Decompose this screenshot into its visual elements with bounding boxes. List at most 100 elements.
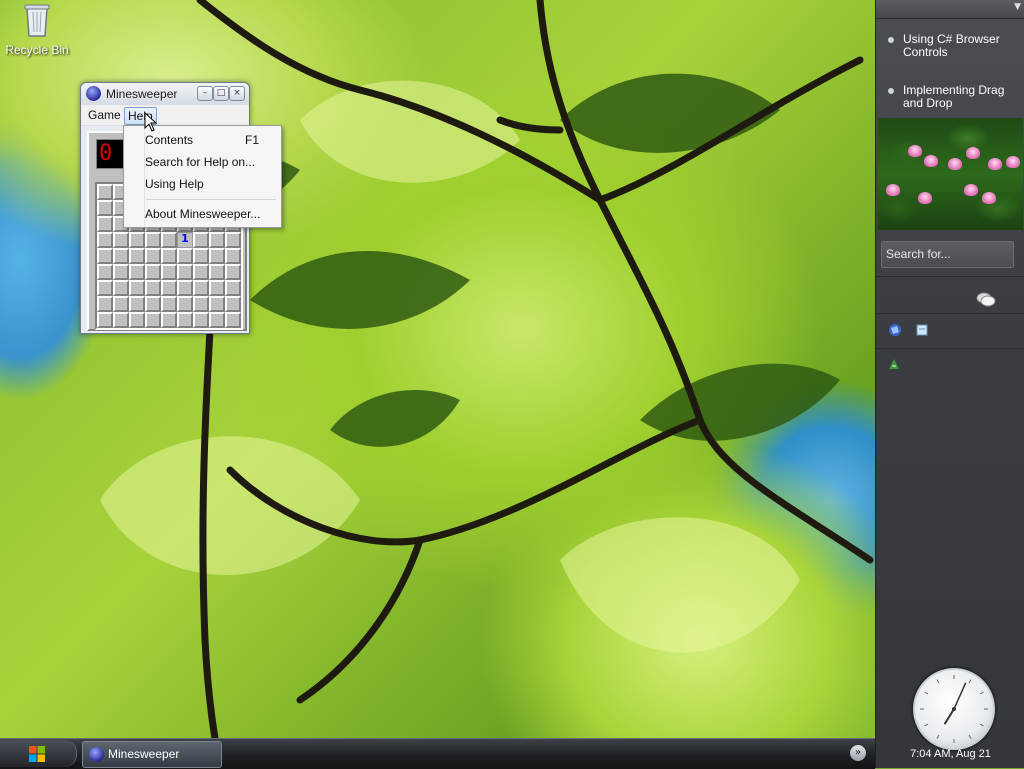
show-hidden-icons-chevron-icon[interactable]: » <box>850 745 866 761</box>
minefield-cell[interactable] <box>113 248 129 264</box>
minefield-cell[interactable] <box>129 232 145 248</box>
minefield-cell[interactable] <box>129 248 145 264</box>
windows-logo-icon <box>29 746 45 762</box>
window-titlebar[interactable]: Minesweeper – □ × <box>81 83 249 105</box>
clock-tick <box>968 679 972 684</box>
minefield-cell[interactable] <box>113 312 129 328</box>
minefield-cell[interactable] <box>209 248 225 264</box>
minefield-cell[interactable] <box>225 248 241 264</box>
taskbar-button-minesweeper[interactable]: Minesweeper <box>82 741 222 768</box>
flower-image <box>988 158 1002 170</box>
minefield-cell[interactable] <box>177 280 193 296</box>
minefield-cell[interactable] <box>97 184 113 200</box>
minefield-cell[interactable] <box>225 264 241 280</box>
minefield-cell[interactable] <box>145 312 161 328</box>
sidebar-search-input[interactable]: Search for... <box>881 241 1014 268</box>
minefield-cell[interactable] <box>225 280 241 296</box>
sidebar-header: ▼ <box>876 0 1024 19</box>
minefield-cell[interactable] <box>113 296 129 312</box>
clock-tick <box>924 723 929 727</box>
slideshow-gadget[interactable] <box>878 118 1023 230</box>
minefield-cell[interactable] <box>113 264 129 280</box>
minefield-cell[interactable] <box>209 312 225 328</box>
minesweeper-icon <box>86 86 101 101</box>
minefield-cell[interactable] <box>145 264 161 280</box>
taskbar: Minesweeper » <box>0 738 875 769</box>
minefield-cell[interactable] <box>193 312 209 328</box>
minefield-cell[interactable] <box>177 264 193 280</box>
feed-item-title: Using C# Browser Controls <box>903 32 1000 59</box>
minefield-cell[interactable] <box>97 248 113 264</box>
minefield-cell[interactable] <box>161 264 177 280</box>
minefield-cell[interactable] <box>209 296 225 312</box>
window-title: Minesweeper <box>106 87 178 101</box>
minefield-cell[interactable] <box>97 200 113 216</box>
minimize-button[interactable]: – <box>197 86 213 101</box>
revealed-cell[interactable]: 1 <box>177 232 193 248</box>
minefield-cell[interactable] <box>209 232 225 248</box>
minefield-cell[interactable] <box>225 296 241 312</box>
minefield-cell[interactable] <box>193 248 209 264</box>
minefield-cell[interactable] <box>97 264 113 280</box>
minefield-cell[interactable] <box>97 280 113 296</box>
analog-clock-gadget[interactable] <box>913 668 995 750</box>
menu-shortcut-contents: F1 <box>245 133 260 147</box>
minefield-cell[interactable] <box>145 280 161 296</box>
menu-item-using-help[interactable]: Using Help <box>145 177 204 191</box>
minefield-cell[interactable] <box>225 232 241 248</box>
recycle-bin-shortcut[interactable]: Recycle Bin <box>4 2 70 57</box>
sidebar-menu-chevron-icon[interactable]: ▼ <box>1014 2 1021 12</box>
minefield-cell[interactable] <box>145 232 161 248</box>
minefield-cell[interactable] <box>97 216 113 232</box>
menu-item-contents[interactable]: Contents <box>145 133 193 147</box>
minefield-cell[interactable] <box>129 280 145 296</box>
close-button[interactable]: × <box>229 86 245 101</box>
minefield-cell[interactable] <box>193 232 209 248</box>
feed-item[interactable]: Using C# Browser Controls <box>888 33 1018 61</box>
minefield-cell[interactable] <box>209 264 225 280</box>
minefield-cell[interactable] <box>209 280 225 296</box>
menu-game[interactable]: Game <box>85 107 124 123</box>
network-icon[interactable] <box>887 357 901 371</box>
minefield-cell[interactable] <box>193 280 209 296</box>
minefield-cell[interactable] <box>129 312 145 328</box>
chat-bubbles-icon[interactable] <box>976 292 996 308</box>
minefield-cell[interactable] <box>161 280 177 296</box>
menu-item-about[interactable]: About Minesweeper... <box>145 207 260 221</box>
clock-hour-hand <box>943 708 955 725</box>
minefield-cell[interactable] <box>145 296 161 312</box>
minefield-cell[interactable] <box>177 248 193 264</box>
clock-tick <box>979 723 984 727</box>
minefield-cell[interactable] <box>145 248 161 264</box>
clock-tick <box>936 679 940 684</box>
minefield-cell[interactable] <box>97 312 113 328</box>
minefield-cell[interactable] <box>129 296 145 312</box>
menu-item-search-help[interactable]: Search for Help on... <box>145 155 255 169</box>
clock-minute-hand <box>953 682 967 710</box>
start-button[interactable] <box>0 740 77 767</box>
feed-item-title: Implementing Drag and Drop <box>903 83 1005 110</box>
feed-item[interactable]: Implementing Drag and Drop <box>888 84 1018 112</box>
flower-image <box>924 155 938 167</box>
maximize-button[interactable]: □ <box>213 86 229 101</box>
minefield-cell[interactable] <box>113 232 129 248</box>
bullet-icon <box>888 37 894 43</box>
clock-tick <box>979 691 984 695</box>
minefield-cell[interactable] <box>193 296 209 312</box>
minefield-cell[interactable] <box>97 296 113 312</box>
minefield-cell[interactable] <box>225 312 241 328</box>
minefield-cell[interactable] <box>177 296 193 312</box>
flower-image <box>964 184 978 196</box>
minefield-cell[interactable] <box>161 296 177 312</box>
minefield-cell[interactable] <box>97 232 113 248</box>
notepad-icon[interactable] <box>915 323 929 337</box>
minefield-cell[interactable] <box>161 312 177 328</box>
minefield-cell[interactable] <box>161 232 177 248</box>
minefield-cell[interactable] <box>177 312 193 328</box>
globe-icon[interactable] <box>888 323 902 337</box>
minefield-cell[interactable] <box>129 264 145 280</box>
flower-image <box>948 158 962 170</box>
minefield-cell[interactable] <box>161 248 177 264</box>
minefield-cell[interactable] <box>113 280 129 296</box>
minefield-cell[interactable] <box>193 264 209 280</box>
